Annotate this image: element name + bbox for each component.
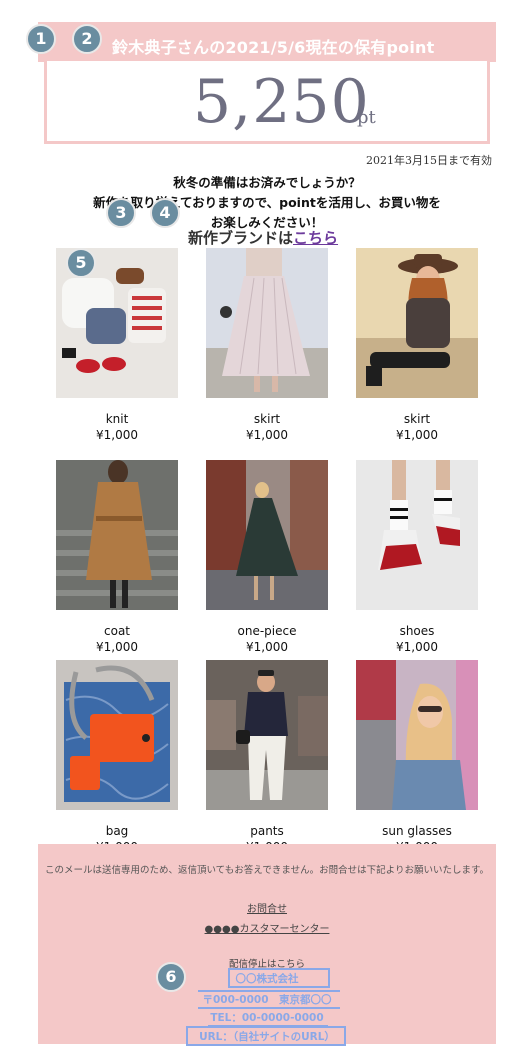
- points-unit: pt: [357, 107, 376, 128]
- product-price: ¥1,000: [96, 640, 138, 654]
- product-photo-pants[interactable]: [206, 660, 328, 810]
- contact-link[interactable]: お問合せ: [38, 900, 496, 915]
- product-card[interactable]: pants ¥1,000: [206, 660, 328, 854]
- points-heading: 鈴木典子さんの2021/5/6現在の保有point: [112, 38, 435, 57]
- new-brand-prefix: 新作ブランドは: [188, 229, 294, 247]
- annotation-badge-2: 2: [72, 24, 102, 54]
- product-card[interactable]: one-piece ¥1,000: [206, 460, 328, 654]
- annotation-badge-1: 1: [26, 24, 56, 54]
- divider: [198, 1007, 340, 1009]
- product-card[interactable]: skirt ¥1,000: [356, 248, 478, 442]
- product-price: ¥1,000: [246, 428, 288, 442]
- product-price: ¥1,000: [246, 640, 288, 654]
- annotation-badge-4: 4: [150, 198, 180, 228]
- points-box: 5,250 pt: [44, 58, 490, 144]
- company-tel: TEL：00-0000-0000: [210, 1012, 324, 1024]
- product-name: coat: [104, 624, 130, 638]
- points-expiry: 2021年3月15日まで有効: [366, 154, 492, 167]
- product-photo-skirt-2[interactable]: [356, 248, 478, 398]
- product-name: bag: [105, 824, 129, 838]
- email-body: 鈴木典子さんの2021/5/6現在の保有point 5,250 pt 2021年…: [38, 14, 496, 1046]
- product-price: ¥1,000: [96, 428, 138, 442]
- product-photo-one-piece[interactable]: [206, 460, 328, 610]
- product-photo-skirt[interactable]: [206, 248, 328, 398]
- annotation-badge-3: 3: [106, 198, 136, 228]
- product-name: skirt: [253, 412, 281, 426]
- product-name: pants: [250, 824, 284, 838]
- product-card[interactable]: skirt ¥1,000: [206, 248, 328, 442]
- new-brand-line: 新作ブランドはこちら: [188, 227, 338, 248]
- product-card[interactable]: coat ¥1,000: [56, 460, 178, 654]
- product-photo-coat[interactable]: [56, 460, 178, 610]
- company-url[interactable]: URL：（自社サイトのURL）: [38, 1029, 496, 1044]
- product-card[interactable]: shoes ¥1,000: [356, 460, 478, 654]
- product-name: skirt: [403, 412, 431, 426]
- company-address: 〒000-0000 東京都〇〇: [202, 994, 332, 1006]
- customer-center-link[interactable]: ●●●●カスタマーセンター: [38, 920, 496, 935]
- product-card[interactable]: sun glasses ¥1,000: [356, 660, 478, 854]
- product-photo-shoes[interactable]: [356, 460, 478, 610]
- product-price: ¥1,000: [396, 640, 438, 654]
- annotation-badge-5: 5: [66, 248, 96, 278]
- product-card[interactable]: knit ¥1,000: [56, 248, 178, 442]
- points-value: 5,250: [193, 67, 370, 137]
- annotation-badge-6: 6: [156, 962, 186, 992]
- product-photo-bag[interactable]: [56, 660, 178, 810]
- footer: このメールは送信専用のため、返信頂いてもお答えできません。お問合せは下記よりお願…: [38, 844, 496, 1046]
- product-name: knit: [105, 412, 129, 426]
- footer-note: このメールは送信専用のため、返信頂いてもお答えできません。お問合せは下記よりお願…: [44, 865, 490, 876]
- product-card[interactable]: bag ¥1,000: [56, 660, 178, 854]
- product-price: ¥1,000: [396, 428, 438, 442]
- product-name: one-piece: [237, 624, 297, 638]
- product-photo-sun-glasses[interactable]: [356, 660, 478, 810]
- message-line-1: 秋冬の準備はお済みでしょうか？: [173, 175, 361, 190]
- product-name: sun glasses: [382, 824, 452, 838]
- company-name: 〇〇株式会社: [235, 973, 299, 985]
- new-brand-link[interactable]: こちら: [293, 229, 338, 247]
- header-bar: 鈴木典子さんの2021/5/6現在の保有point: [38, 22, 496, 62]
- product-name: shoes: [399, 624, 435, 638]
